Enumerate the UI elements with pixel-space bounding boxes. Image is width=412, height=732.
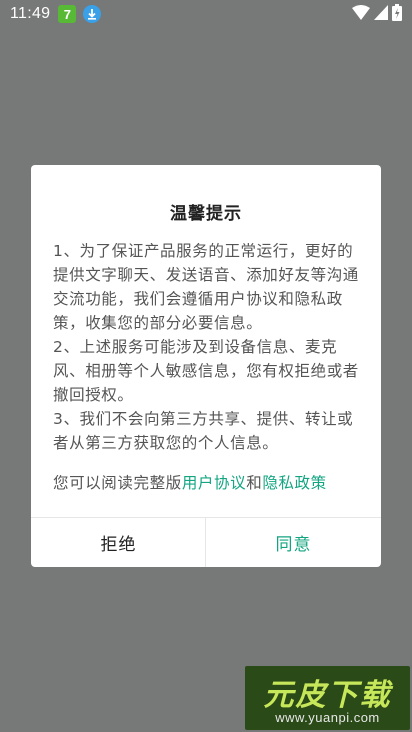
download-icon — [83, 5, 102, 23]
links-prefix: 您可以阅读完整版 — [53, 474, 182, 492]
app-7-icon: 7 — [58, 5, 77, 23]
status-bar: 11:49 7 — [0, 0, 412, 28]
dialog-body: 1、为了保证产品服务的正常运行，更好的提供文字聊天、发送语音、添加好友等沟通交流… — [53, 239, 363, 455]
status-time: 11:49 — [10, 5, 51, 22]
dialog-paragraph-1: 1、为了保证产品服务的正常运行，更好的提供文字聊天、发送语音、添加好友等沟通交流… — [53, 242, 359, 332]
privacy-policy-link[interactable]: 隐私政策 — [262, 474, 326, 492]
status-icons — [352, 3, 402, 25]
dialog-title: 温馨提示 — [170, 204, 242, 224]
signal-icon — [374, 4, 388, 24]
privacy-dialog: 温馨提示 1、为了保证产品服务的正常运行，更好的提供文字聊天、发送语音、添加好友… — [31, 165, 381, 567]
battery-icon — [392, 3, 402, 25]
dialog-paragraph-3: 3、我们不会向第三方共享、提供、转让或者从第三方获取您的个人信息。 — [53, 410, 354, 452]
watermark-logo: 元皮下载 — [263, 678, 392, 713]
policy-links-line: 您可以阅读完整版用户协议和隐私政策 — [53, 471, 363, 495]
links-and: 和 — [246, 474, 263, 492]
watermark-url: www.yuanpi.com — [275, 710, 380, 725]
watermark: 元皮下载 www.yuanpi.com — [245, 666, 410, 730]
agree-button[interactable]: 同意 — [206, 518, 381, 567]
wifi-icon — [352, 4, 370, 24]
dialog-paragraph-2: 2、上述服务可能涉及到设备信息、麦克风、相册等个人敏感信息，您有权拒绝或者撤回授… — [53, 338, 359, 404]
user-agreement-link[interactable]: 用户协议 — [182, 474, 246, 492]
refuse-button[interactable]: 拒绝 — [31, 518, 206, 567]
